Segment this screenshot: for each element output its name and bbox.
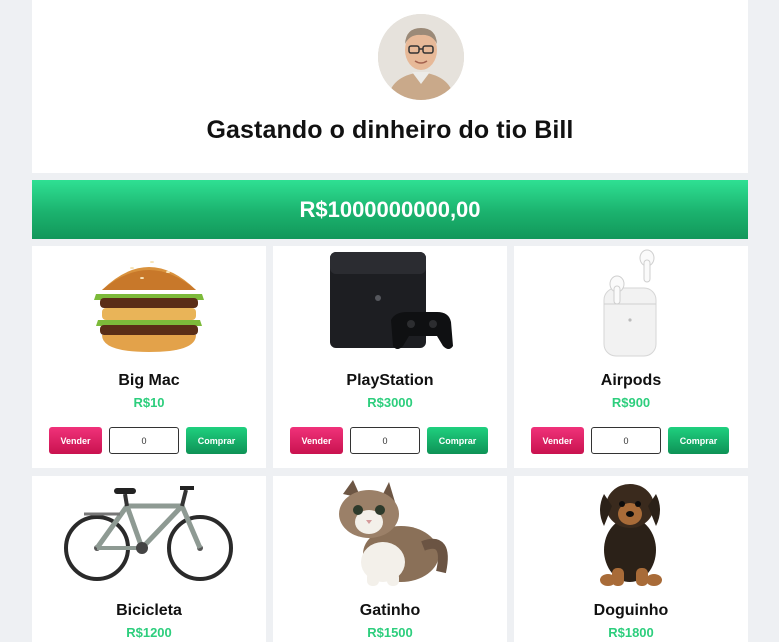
product-name: Bicicleta	[116, 602, 182, 619]
product-name: PlayStation	[346, 372, 434, 389]
product-price: R$3000	[367, 395, 413, 410]
buy-button[interactable]: Comprar	[186, 427, 247, 454]
quantity-input[interactable]	[109, 427, 179, 454]
burger-icon	[32, 246, 266, 366]
product-price: R$1200	[126, 625, 172, 640]
product-card-playstation: PlayStation R$3000 Vender Comprar	[273, 246, 507, 468]
product-card-doguinho: Doguinho R$1800	[514, 476, 748, 642]
playstation-icon	[273, 246, 507, 366]
buy-button[interactable]: Comprar	[427, 427, 488, 454]
avatar	[378, 14, 464, 100]
product-name: Big Mac	[118, 372, 180, 389]
airpods-icon	[514, 246, 748, 366]
sell-button[interactable]: Vender	[49, 427, 102, 454]
product-price: R$900	[611, 395, 651, 410]
bicycle-icon	[32, 476, 266, 596]
product-card-gatinho: Gatinho R$1500	[273, 476, 507, 642]
product-name: Doguinho	[593, 602, 669, 619]
buy-button[interactable]: Comprar	[668, 427, 729, 454]
page-title: Gastando o dinheiro do tio Bill	[206, 116, 574, 144]
puppy-icon	[514, 476, 748, 596]
product-price: R$1500	[367, 625, 413, 640]
product-price: R$10	[133, 395, 165, 410]
product-card-bicicleta: Bicicleta R$1200	[32, 476, 266, 642]
product-price: R$1800	[608, 625, 654, 640]
balance-value: R$1000000000,00	[299, 196, 481, 222]
sell-button[interactable]: Vender	[531, 427, 584, 454]
product-name: Gatinho	[359, 602, 421, 619]
kitten-icon	[273, 476, 507, 596]
quantity-input[interactable]	[350, 427, 420, 454]
balance-bar: R$1000000000,00	[32, 180, 748, 239]
product-card-big-mac: Big Mac R$10 Vender Comprar	[32, 246, 266, 468]
product-name: Airpods	[600, 372, 662, 389]
sell-button[interactable]: Vender	[290, 427, 343, 454]
product-card-airpods: Airpods R$900 Vender Comprar	[514, 246, 748, 468]
quantity-input[interactable]	[591, 427, 661, 454]
header: Gastando o dinheiro do tio Bill	[32, 0, 748, 173]
